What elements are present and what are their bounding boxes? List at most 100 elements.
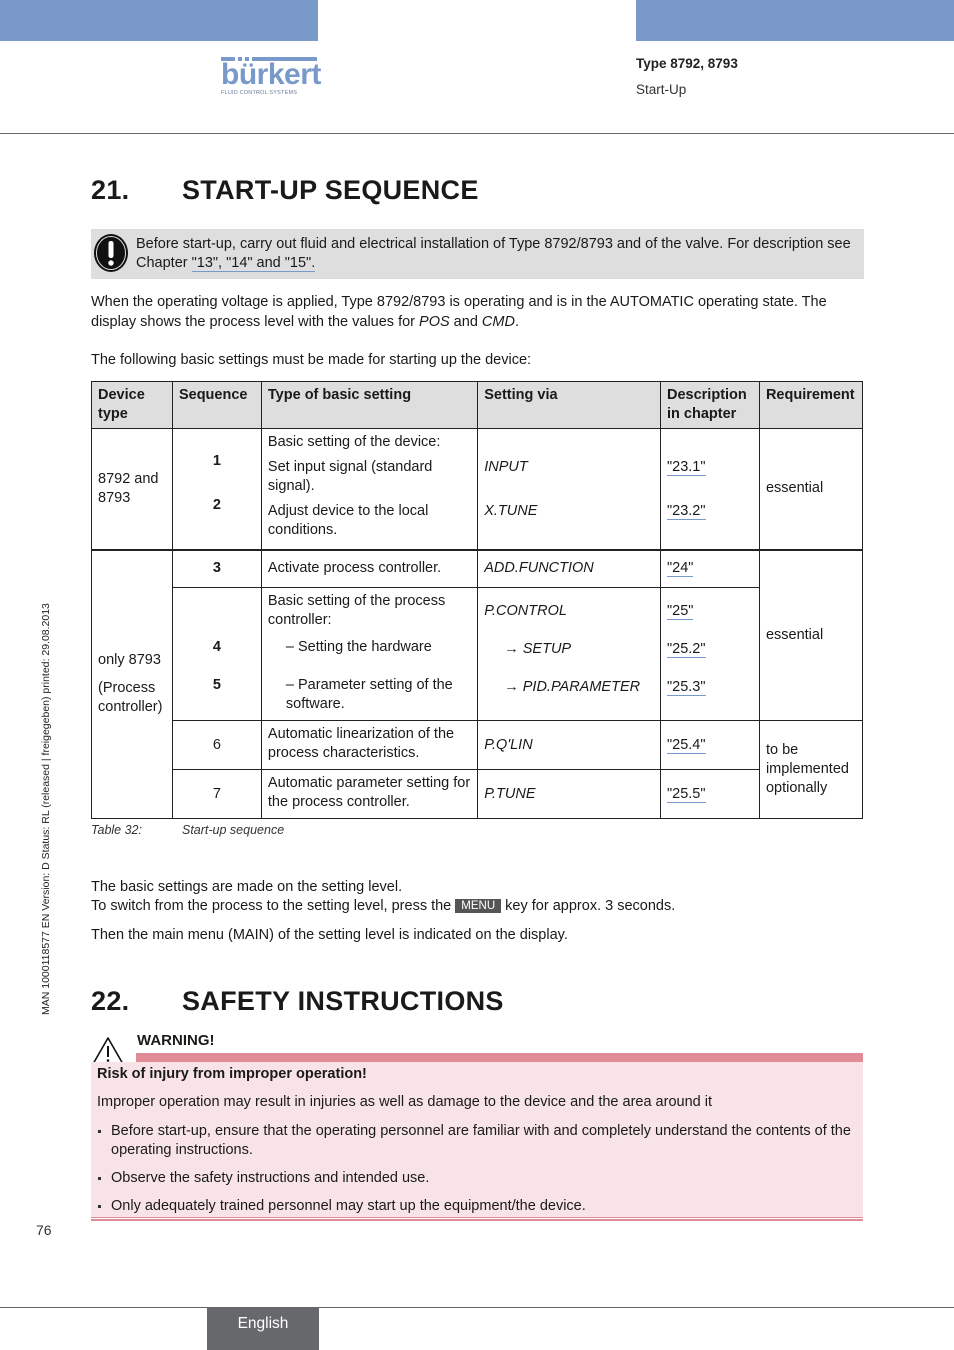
header-product-type: Type 8792, 8793 [636, 56, 738, 71]
basic-settings-paragraph: The following basic settings must be mad… [91, 352, 532, 368]
chapter-link[interactable]: "23.2" [667, 503, 706, 520]
intro-paragraph: When the operating voltage is applied, T… [91, 292, 871, 332]
page-number: 76 [36, 1222, 52, 1238]
sequence-number: 7 [171, 769, 262, 819]
warning-bottom-line [91, 1217, 863, 1218]
chapter-link[interactable]: "24" [667, 560, 694, 578]
logo-wordmark: bürkert [221, 58, 321, 91]
device-type-cell: only 8793 (Process controller) [91, 548, 173, 819]
device-type-cell: 8792 and 8793 [91, 428, 173, 550]
setting-intro: Basic setting of the device: [267, 434, 441, 450]
device-type-line: (Process controller) [98, 679, 163, 715]
setting-intro: Basic setting of the process controller: [267, 593, 446, 628]
setting-via-value: INPUT [484, 459, 528, 475]
table-row: 8792 and 8793 1 2 Basic setting of the d… [91, 428, 864, 550]
sequence-cell: 4 5 [171, 587, 262, 721]
warning-bullet-list: Before start-up, ensure that the operati… [97, 1122, 857, 1225]
switch-text-end: key for approx. 3 seconds. [501, 898, 676, 914]
setting-via-cell: P.CONTROL → SETUP → PID.PARAMETER [477, 587, 661, 721]
caption-label: Table 32: [91, 823, 142, 837]
chapter-link-13-14-15[interactable]: "13", "14" and "15". [191, 255, 316, 272]
section-21-heading: 21. START-UP SEQUENCE [91, 175, 479, 206]
document-metadata-vertical: MAN 1000118577 EN Version: D Status: RL … [40, 603, 52, 1015]
chapter-link[interactable]: "25.3" [667, 679, 706, 696]
section-number: 22. [91, 986, 130, 1016]
chapter-cell: "25.5" [660, 769, 760, 819]
table-row: 6 Automatic linearization of the process… [92, 720, 864, 819]
setting-via-cell: INPUT X.TUNE [477, 428, 661, 550]
header-setting-via: Setting via [477, 381, 661, 429]
requirement-cell: essential [758, 428, 864, 550]
setting-cell: Basic setting of the process controller:… [260, 587, 479, 721]
sequence-number: 6 [171, 720, 262, 770]
pos-term: POS [419, 314, 450, 330]
header-type-of-setting: Type of basic setting [260, 381, 479, 429]
footer-divider [0, 1307, 954, 1308]
table-row: 4 5 Basic setting of the process control… [92, 587, 863, 721]
setting-text: – Setting the hardware [285, 639, 432, 655]
header-requirement: Requirement [758, 381, 864, 429]
warning-bottom-line [91, 1219, 863, 1221]
warning-title: WARNING! [137, 1032, 215, 1049]
warning-box: Risk of injury from improper operation! … [91, 1062, 863, 1217]
sequence-number: 2 [212, 497, 221, 513]
header-section: Start-Up [636, 82, 687, 97]
caption-text: Start-up sequence [182, 823, 285, 837]
section-number: 21. [91, 175, 130, 205]
exclamation-icon [94, 234, 128, 272]
table-header-row: Device type Sequence Type of basic setti… [91, 381, 864, 429]
device-type-line: only 8793 [98, 651, 161, 668]
list-item: Only adequately trained personnel may st… [97, 1197, 857, 1216]
setting-text: Adjust device to the local conditions. [267, 503, 429, 538]
header-bar-right [636, 0, 954, 41]
intro-end: . [514, 314, 519, 330]
header-device-type: Device type [91, 381, 173, 429]
chapter-cell: "24" [660, 548, 760, 588]
intro-and: and [449, 314, 482, 330]
table-row: 7 Automatic parameter setting for the pr… [92, 769, 863, 819]
setting-cell: Basic setting of the device: Set input s… [260, 428, 479, 550]
language-tab: English [207, 1308, 319, 1350]
sequence-number: 4 [212, 639, 221, 655]
main-menu-line: Then the main menu (MAIN) of the setting… [91, 927, 568, 943]
requirement-cell: essential [758, 548, 864, 721]
sequence-cell: 1 2 [171, 428, 262, 550]
attention-note: Before start-up, carry out fluid and ele… [91, 229, 864, 279]
warning-risk: Risk of injury from improper operation! [97, 1066, 367, 1082]
chapter-cell: "23.1" "23.2" [660, 428, 760, 550]
setting-via-value: ADD.FUNCTION [477, 548, 661, 588]
setting-text: Automatic parameter setting for the proc… [260, 769, 479, 819]
header-bar-left [0, 0, 318, 41]
setting-via-value: P.Q'LIN [477, 720, 661, 770]
setting-text: Set input signal (standard signal). [267, 459, 433, 494]
header-description-chapter: Description in chapter [660, 381, 760, 429]
menu-key-badge: MENU [455, 899, 502, 913]
switch-level-line: To switch from the process to the settin… [91, 896, 871, 916]
setting-via-value: → SETUP [504, 641, 572, 657]
section-22-heading: 22. SAFETY INSTRUCTIONS [91, 986, 504, 1017]
chapter-link[interactable]: "25" [667, 603, 694, 620]
note-text: Before start-up, carry out fluid and ele… [136, 235, 856, 273]
chapter-link[interactable]: "25.5" [667, 785, 706, 803]
warning-bar [136, 1053, 863, 1062]
requirement-cell: to be implemented optionally [758, 720, 864, 819]
section-title: SAFETY INSTRUCTIONS [182, 986, 504, 1016]
setting-text: Activate process controller. [260, 548, 479, 588]
burkert-logo: bürkert FLUID CONTROL SYSTEMS [221, 57, 321, 96]
sequence-number: 1 [212, 453, 221, 469]
sequence-number: 5 [212, 677, 221, 693]
chapter-link[interactable]: "25.4" [667, 736, 706, 754]
header-divider [0, 133, 954, 134]
setting-text: – Parameter setting of the software. [285, 677, 453, 712]
chapter-cell: "25" "25.2" "25.3" [660, 587, 760, 721]
warning-description: Improper operation may result in injurie… [97, 1094, 712, 1110]
setting-via-value: P.TUNE [477, 769, 661, 819]
setting-text: Automatic linearization of the process c… [260, 720, 479, 770]
chapter-link[interactable]: "25.2" [667, 641, 706, 658]
list-item: Before start-up, ensure that the operati… [97, 1122, 857, 1160]
table-row: only 8793 (Process controller) 3 Activat… [91, 548, 864, 819]
setting-via-value: → PID.PARAMETER [504, 679, 641, 695]
startup-sequence-table: Device type Sequence Type of basic setti… [91, 381, 864, 819]
list-item: Observe the safety instructions and inte… [97, 1169, 857, 1188]
chapter-link[interactable]: "23.1" [667, 459, 706, 476]
